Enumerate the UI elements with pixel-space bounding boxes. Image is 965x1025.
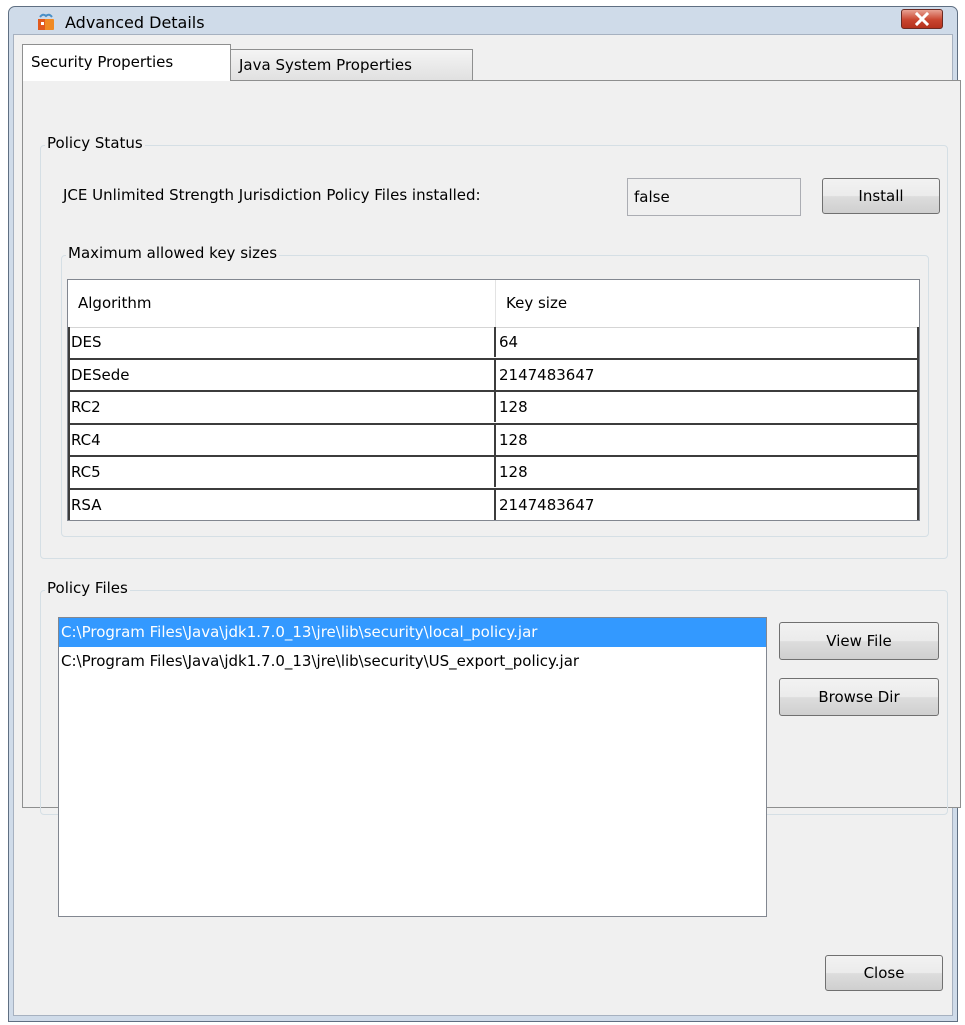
- cell-key-size: 2147483647: [499, 495, 595, 514]
- cell-key-size: 128: [499, 463, 528, 481]
- view-file-button[interactable]: View File: [779, 622, 939, 660]
- cell-algorithm: DESede: [68, 359, 496, 390]
- table-left-border: [68, 327, 70, 520]
- close-icon: [914, 11, 930, 27]
- close-window-button[interactable]: [901, 9, 943, 29]
- policy-status-legend: Policy Status: [45, 134, 145, 152]
- jce-policy-label: JCE Unlimited Strength Jurisdiction Poli…: [63, 186, 481, 204]
- cell-key-size: 64: [499, 333, 519, 351]
- table-row[interactable]: RC5 128: [68, 457, 918, 490]
- cell-algorithm: RC2: [68, 392, 496, 422]
- jce-installed-field: false: [627, 178, 801, 216]
- window-title: Advanced Details: [65, 13, 205, 32]
- column-header-key-size[interactable]: Key size: [496, 280, 918, 327]
- table-header: Algorithm Key size: [68, 280, 918, 328]
- policy-files-list[interactable]: C:\Program Files\Java\jdk1.7.0_13\jre\li…: [58, 617, 767, 917]
- key-sizes-legend: Maximum allowed key sizes: [66, 244, 280, 262]
- key-sizes-table[interactable]: Algorithm Key size DES 64 DESede 2147483647…: [67, 279, 920, 521]
- column-header-algorithm[interactable]: Algorithm: [68, 280, 496, 327]
- table-row[interactable]: RC2 128: [68, 392, 918, 425]
- table-row[interactable]: DESede 2147483647: [68, 359, 918, 392]
- cell-algorithm: RC4: [68, 424, 496, 455]
- cell-algorithm: RC5: [68, 457, 496, 487]
- cell-key-size: 128: [499, 398, 528, 416]
- close-button[interactable]: Close: [825, 955, 943, 991]
- table-row[interactable]: RC4 128: [68, 424, 918, 457]
- table-row[interactable]: DES 64: [68, 327, 918, 360]
- cell-key-size: 2147483647: [499, 365, 595, 384]
- cell-key-size: 128: [499, 430, 528, 449]
- cell-algorithm: DES: [68, 327, 496, 357]
- table-row[interactable]: RSA 2147483647: [68, 489, 918, 521]
- title-bar[interactable]: Advanced Details: [9, 7, 957, 34]
- table-right-border: [917, 327, 919, 520]
- cell-algorithm: RSA: [68, 489, 496, 520]
- list-item[interactable]: C:\Program Files\Java\jdk1.7.0_13\jre\li…: [59, 618, 766, 647]
- browse-dir-button[interactable]: Browse Dir: [779, 678, 939, 716]
- list-item[interactable]: C:\Program Files\Java\jdk1.7.0_13\jre\li…: [59, 647, 766, 676]
- java-app-icon: [38, 13, 54, 30]
- tab-java-system-properties[interactable]: Java System Properties: [230, 49, 473, 81]
- install-button[interactable]: Install: [822, 178, 940, 214]
- tab-security-properties[interactable]: Security Properties: [22, 44, 231, 81]
- table-body: DES 64 DESede 2147483647 RC2 128 RC4 128 RC5 128 R…: [68, 327, 918, 521]
- policy-files-legend: Policy Files: [45, 579, 130, 597]
